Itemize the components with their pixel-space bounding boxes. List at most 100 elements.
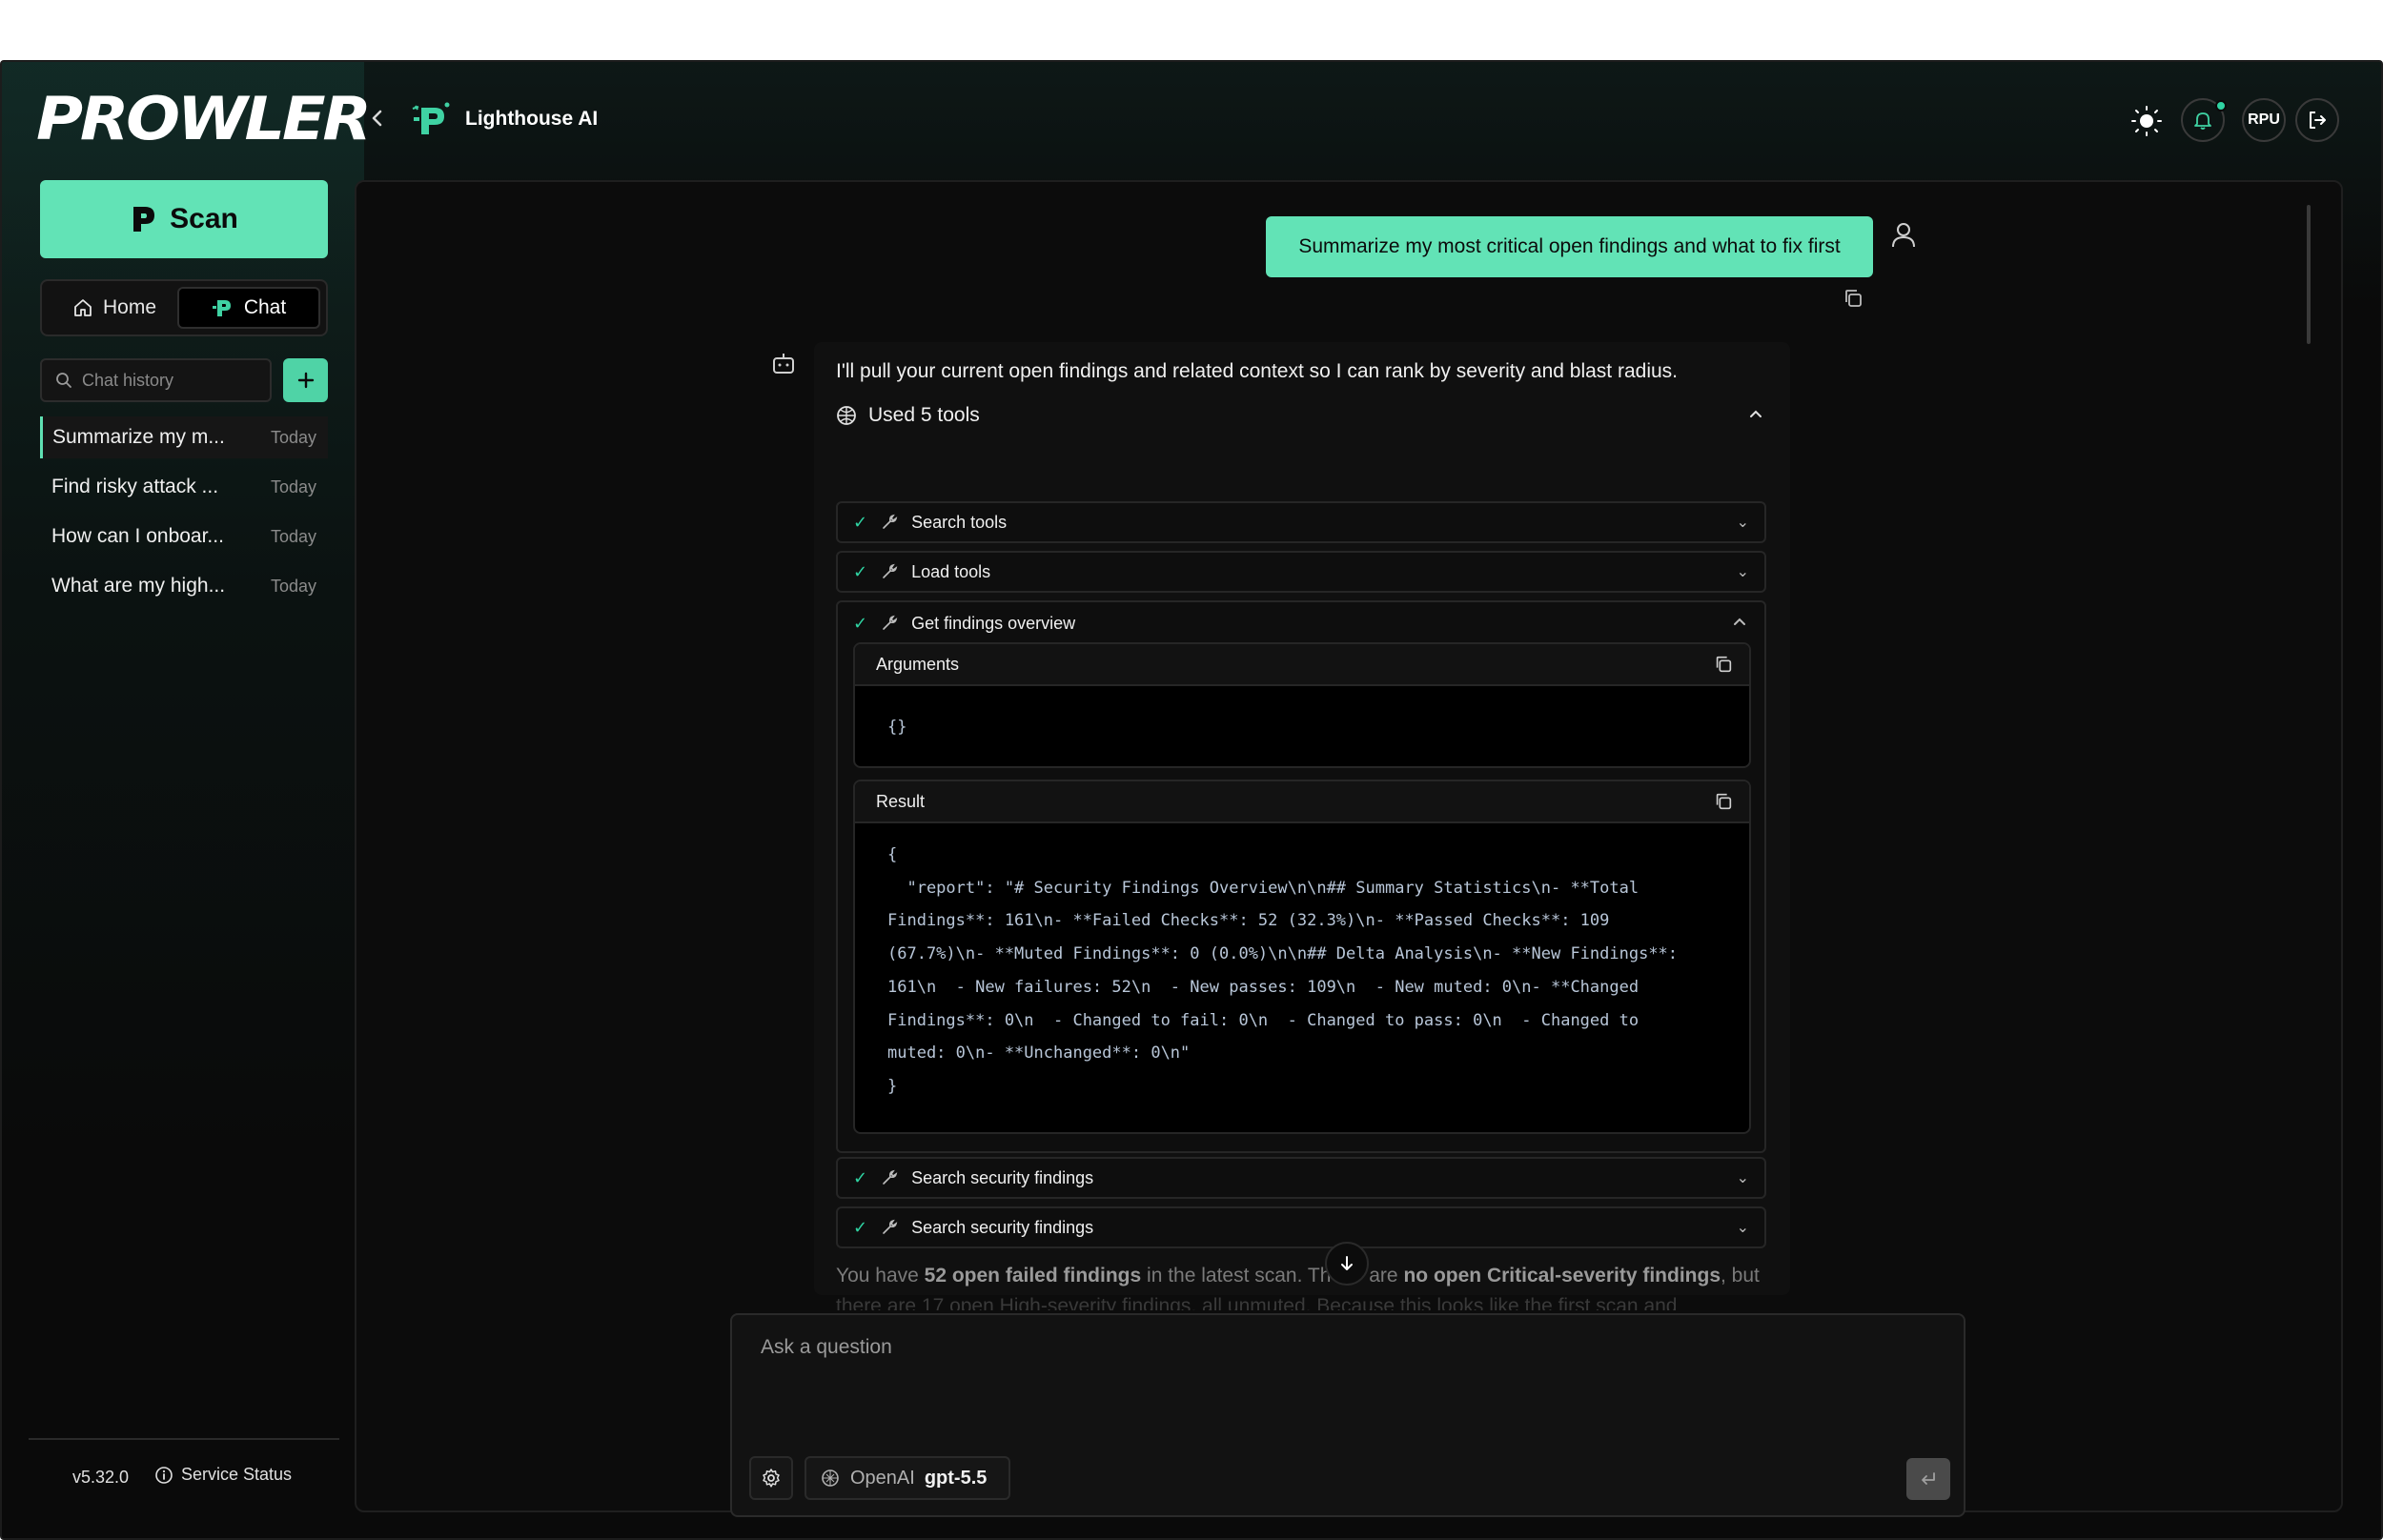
tool-call-row[interactable]: ✓ Search security findings ⌄ xyxy=(836,1206,1766,1248)
history-item[interactable]: Summarize my m... Today xyxy=(40,416,328,458)
wrench-icon xyxy=(883,514,898,529)
copy-message-button[interactable] xyxy=(1842,287,1864,310)
history-item-date: Today xyxy=(270,576,316,596)
plus-icon xyxy=(297,372,314,389)
model-provider: OpenAI xyxy=(850,1467,915,1489)
question-input[interactable]: Ask a question xyxy=(761,1336,892,1359)
result-line: Findings**: 0\n - Changed to fail: 0\n -… xyxy=(887,1010,1640,1030)
arguments-label: Arguments xyxy=(876,654,960,674)
prowler-logo[interactable]: PROWLER xyxy=(36,90,372,149)
logout-icon xyxy=(2310,111,2326,129)
wrench-icon xyxy=(883,615,898,630)
user-message: Summarize my most critical open findings… xyxy=(1266,216,1873,277)
summary-text: in the latest scan. Th xyxy=(1141,1265,1332,1287)
tool-call-row[interactable]: ✓ Search security findings ⌄ xyxy=(836,1157,1766,1199)
summary-text: You have xyxy=(836,1265,925,1287)
result-line: "report": "# Security Findings Overview\… xyxy=(887,878,1640,898)
sidebar-divider xyxy=(29,1438,339,1440)
chevron-up-icon[interactable] xyxy=(1730,612,1749,631)
result-line: 161\n - New failures: 52\n - New passes:… xyxy=(887,977,1640,997)
arguments-header: Arguments xyxy=(855,644,1749,686)
tools-globe-icon xyxy=(837,406,856,425)
history-item[interactable]: How can I onboar... Today xyxy=(40,516,328,557)
assistant-summary-text-line2: there are 17 open High-severity findings… xyxy=(836,1295,1678,1310)
copy-icon[interactable] xyxy=(1713,791,1734,812)
model-name: gpt-5.5 xyxy=(924,1467,988,1489)
arguments-box: Arguments {} xyxy=(853,642,1751,768)
history-item-date: Today xyxy=(270,526,316,546)
sun-icon xyxy=(2131,106,2162,136)
check-icon: ✓ xyxy=(853,561,868,581)
chevron-up-icon[interactable] xyxy=(1746,404,1765,429)
info-icon xyxy=(155,1466,173,1484)
result-line: muted: 0\n- **Unchanged**: 0\n" xyxy=(887,1044,1191,1064)
arguments-value: {} xyxy=(887,718,907,737)
tool-call-expanded: ✓ Get findings overview Arguments {} Res… xyxy=(836,600,1766,1153)
user-icon xyxy=(1889,220,1918,251)
used-tools-toggle[interactable]: Used 5 tools xyxy=(836,404,980,427)
tool-name: Load tools xyxy=(911,561,991,581)
sign-out-button[interactable] xyxy=(2295,98,2339,142)
chat-scrollbar[interactable] xyxy=(2307,205,2311,344)
lighthouse-logo-icon xyxy=(410,98,454,142)
chat-history-search-input[interactable]: Chat history xyxy=(40,358,272,402)
tool-name: Search security findings xyxy=(911,1217,1094,1237)
copy-icon[interactable] xyxy=(1713,654,1734,675)
history-item-title: Summarize my m... xyxy=(52,426,225,448)
theme-toggle-button[interactable] xyxy=(2129,104,2164,138)
history-item-date: Today xyxy=(270,476,316,496)
history-item[interactable]: What are my high... Today xyxy=(40,565,328,607)
check-icon: ✓ xyxy=(853,1217,868,1237)
used-tools-label: Used 5 tools xyxy=(868,404,980,426)
history-item[interactable]: Find risky attack ... Today xyxy=(40,466,328,508)
history-item-date: Today xyxy=(270,427,316,447)
check-icon: ✓ xyxy=(853,613,868,633)
tool-name: Search security findings xyxy=(911,1167,1094,1187)
tool-call-row[interactable]: ✓ Load tools ⌄ xyxy=(836,551,1766,593)
summary-bold: no open Critical-severity findings xyxy=(1403,1265,1721,1287)
user-avatar-button[interactable]: RPU xyxy=(2242,98,2286,142)
chevron-down-icon: ⌄ xyxy=(1736,564,1749,580)
chevron-down-icon: ⌄ xyxy=(1736,1220,1749,1236)
scan-button[interactable]: Scan xyxy=(40,180,328,258)
summary-bold: 52 open failed findings xyxy=(924,1265,1142,1287)
result-box: Result { "report": "# Security Findings … xyxy=(853,780,1751,1134)
search-icon xyxy=(56,373,71,388)
history-item-title: What are my high... xyxy=(51,575,226,597)
nav-segmented-control: Home Chat xyxy=(40,279,328,336)
chevron-left-icon xyxy=(372,110,382,127)
check-icon: ✓ xyxy=(853,1167,868,1187)
app-window: PROWLER Lighthouse AI RPU Scan Home Chat… xyxy=(0,60,2383,1540)
enter-icon xyxy=(1922,1472,1935,1485)
nav-home-label: Home xyxy=(102,296,157,318)
page-title: Lighthouse AI xyxy=(465,108,599,130)
bell-icon xyxy=(2194,112,2211,130)
nav-chat-label: Chat xyxy=(243,296,287,318)
tool-name: Search tools xyxy=(911,512,1008,532)
service-status-link[interactable]: Service Status xyxy=(154,1465,292,1485)
result-json: { "report": "# Security Findings Overvie… xyxy=(855,823,1749,1104)
wrench-icon xyxy=(883,1169,898,1185)
history-item-title: How can I onboar... xyxy=(51,525,224,547)
nav-home-button[interactable]: Home xyxy=(50,287,179,329)
openai-icon xyxy=(822,1469,839,1487)
tool-call-row[interactable]: ✓ Search tools ⌄ xyxy=(836,501,1766,543)
lighthouse-icon xyxy=(212,300,231,316)
settings-button[interactable] xyxy=(749,1456,793,1500)
collapse-sidebar-button[interactable] xyxy=(366,104,389,132)
model-selector[interactable]: OpenAI gpt-5.5 xyxy=(805,1456,1010,1500)
gear-icon xyxy=(763,1469,780,1488)
new-chat-button[interactable] xyxy=(283,358,328,402)
app-version: v5.32.0 xyxy=(72,1468,130,1487)
tool-call-header[interactable]: ✓ Get findings overview xyxy=(853,602,1075,644)
wrench-icon xyxy=(883,1219,898,1234)
result-line: (67.7%)\n- **Muted Findings**: 0 (0.0%)\… xyxy=(887,944,1679,964)
result-header: Result xyxy=(855,781,1749,823)
scroll-to-bottom-button[interactable] xyxy=(1325,1242,1369,1286)
result-line: Findings**: 161\n- **Failed Checks**: 52… xyxy=(887,911,1610,931)
result-line: } xyxy=(887,1076,898,1096)
nav-chat-button[interactable]: Chat xyxy=(177,287,320,329)
history-item-title: Find risky attack ... xyxy=(51,476,219,497)
prowler-p-icon xyxy=(133,207,155,232)
send-button[interactable] xyxy=(1906,1458,1950,1500)
